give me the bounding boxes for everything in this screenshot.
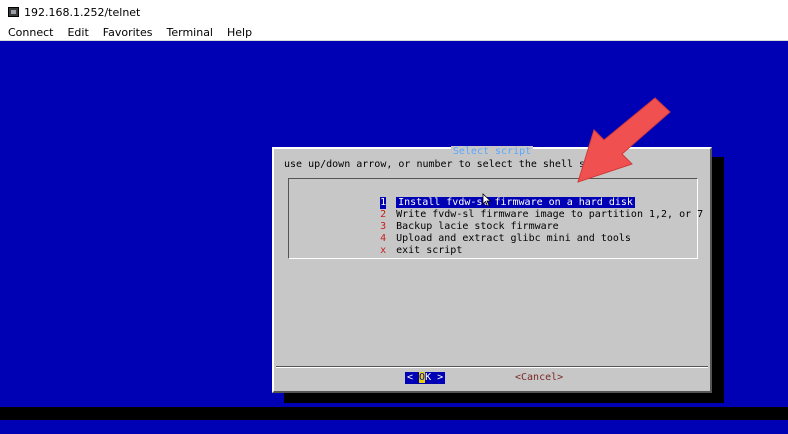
- ok-bracket-right: >: [431, 372, 444, 383]
- option-label: exit script: [396, 245, 463, 256]
- menu-option-exit[interactable]: x exit script: [344, 233, 462, 256]
- menu-option-4[interactable]: 4 Upload and extract glibc mini and tools: [344, 221, 631, 244]
- menu-help[interactable]: Help: [219, 26, 258, 39]
- menu-terminal[interactable]: Terminal: [159, 26, 220, 39]
- ok-bracket-left: <: [407, 372, 420, 383]
- terminal-lower-area: [0, 420, 788, 434]
- mouse-pointer-icon: [482, 193, 492, 207]
- menu-favorites[interactable]: Favorites: [95, 26, 159, 39]
- window-titlebar: 192.168.1.252/telnet: [0, 0, 788, 24]
- terminal-shadow-band: [0, 407, 788, 420]
- option-tag: x: [380, 245, 387, 256]
- menu-connect[interactable]: Connect: [0, 26, 59, 39]
- button-divider: [276, 366, 708, 368]
- red-arrow-icon: [577, 97, 671, 183]
- menu-option-3[interactable]: 3 Backup lacie stock firmware: [344, 209, 559, 232]
- menubar: Connect Edit Favorites Terminal Help: [0, 24, 788, 41]
- window-title: 192.168.1.252/telnet: [24, 5, 141, 19]
- menu-edit[interactable]: Edit: [59, 26, 94, 39]
- dialog-title: Select script: [450, 146, 534, 157]
- cancel-button[interactable]: <Cancel>: [515, 372, 563, 384]
- ok-button[interactable]: < OK >: [405, 372, 446, 384]
- terminal-app-icon: [8, 7, 19, 17]
